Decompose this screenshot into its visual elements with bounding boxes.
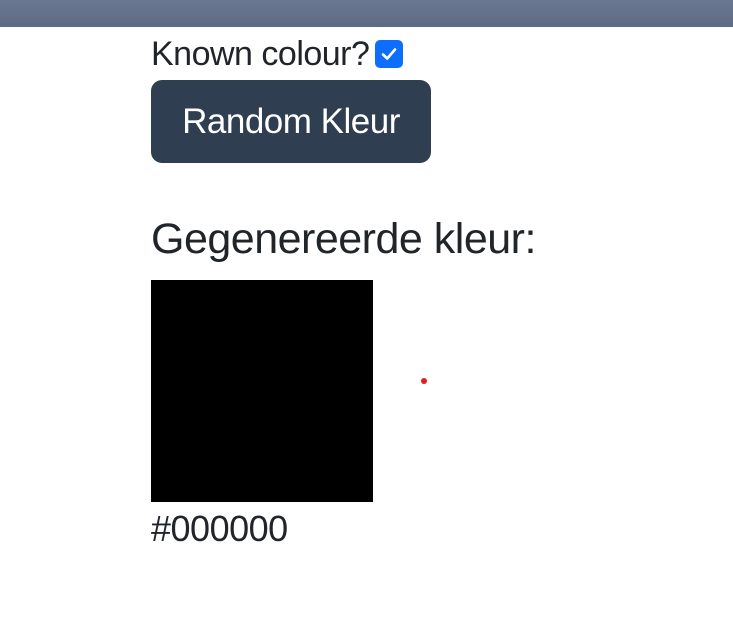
colour-hex-value: #000000	[151, 508, 288, 549]
known-colour-row: Known colour?	[151, 34, 404, 74]
top-bar	[0, 0, 733, 27]
cursor-dot	[421, 378, 427, 384]
known-colour-label: Known colour?	[151, 34, 370, 73]
random-colour-button[interactable]: Random Kleur	[151, 80, 431, 163]
generated-colour-heading: Gegenereerde kleur:	[151, 215, 536, 263]
colour-swatch	[151, 280, 373, 502]
known-colour-checkbox[interactable]	[375, 40, 404, 68]
checkmark-icon	[382, 48, 397, 60]
